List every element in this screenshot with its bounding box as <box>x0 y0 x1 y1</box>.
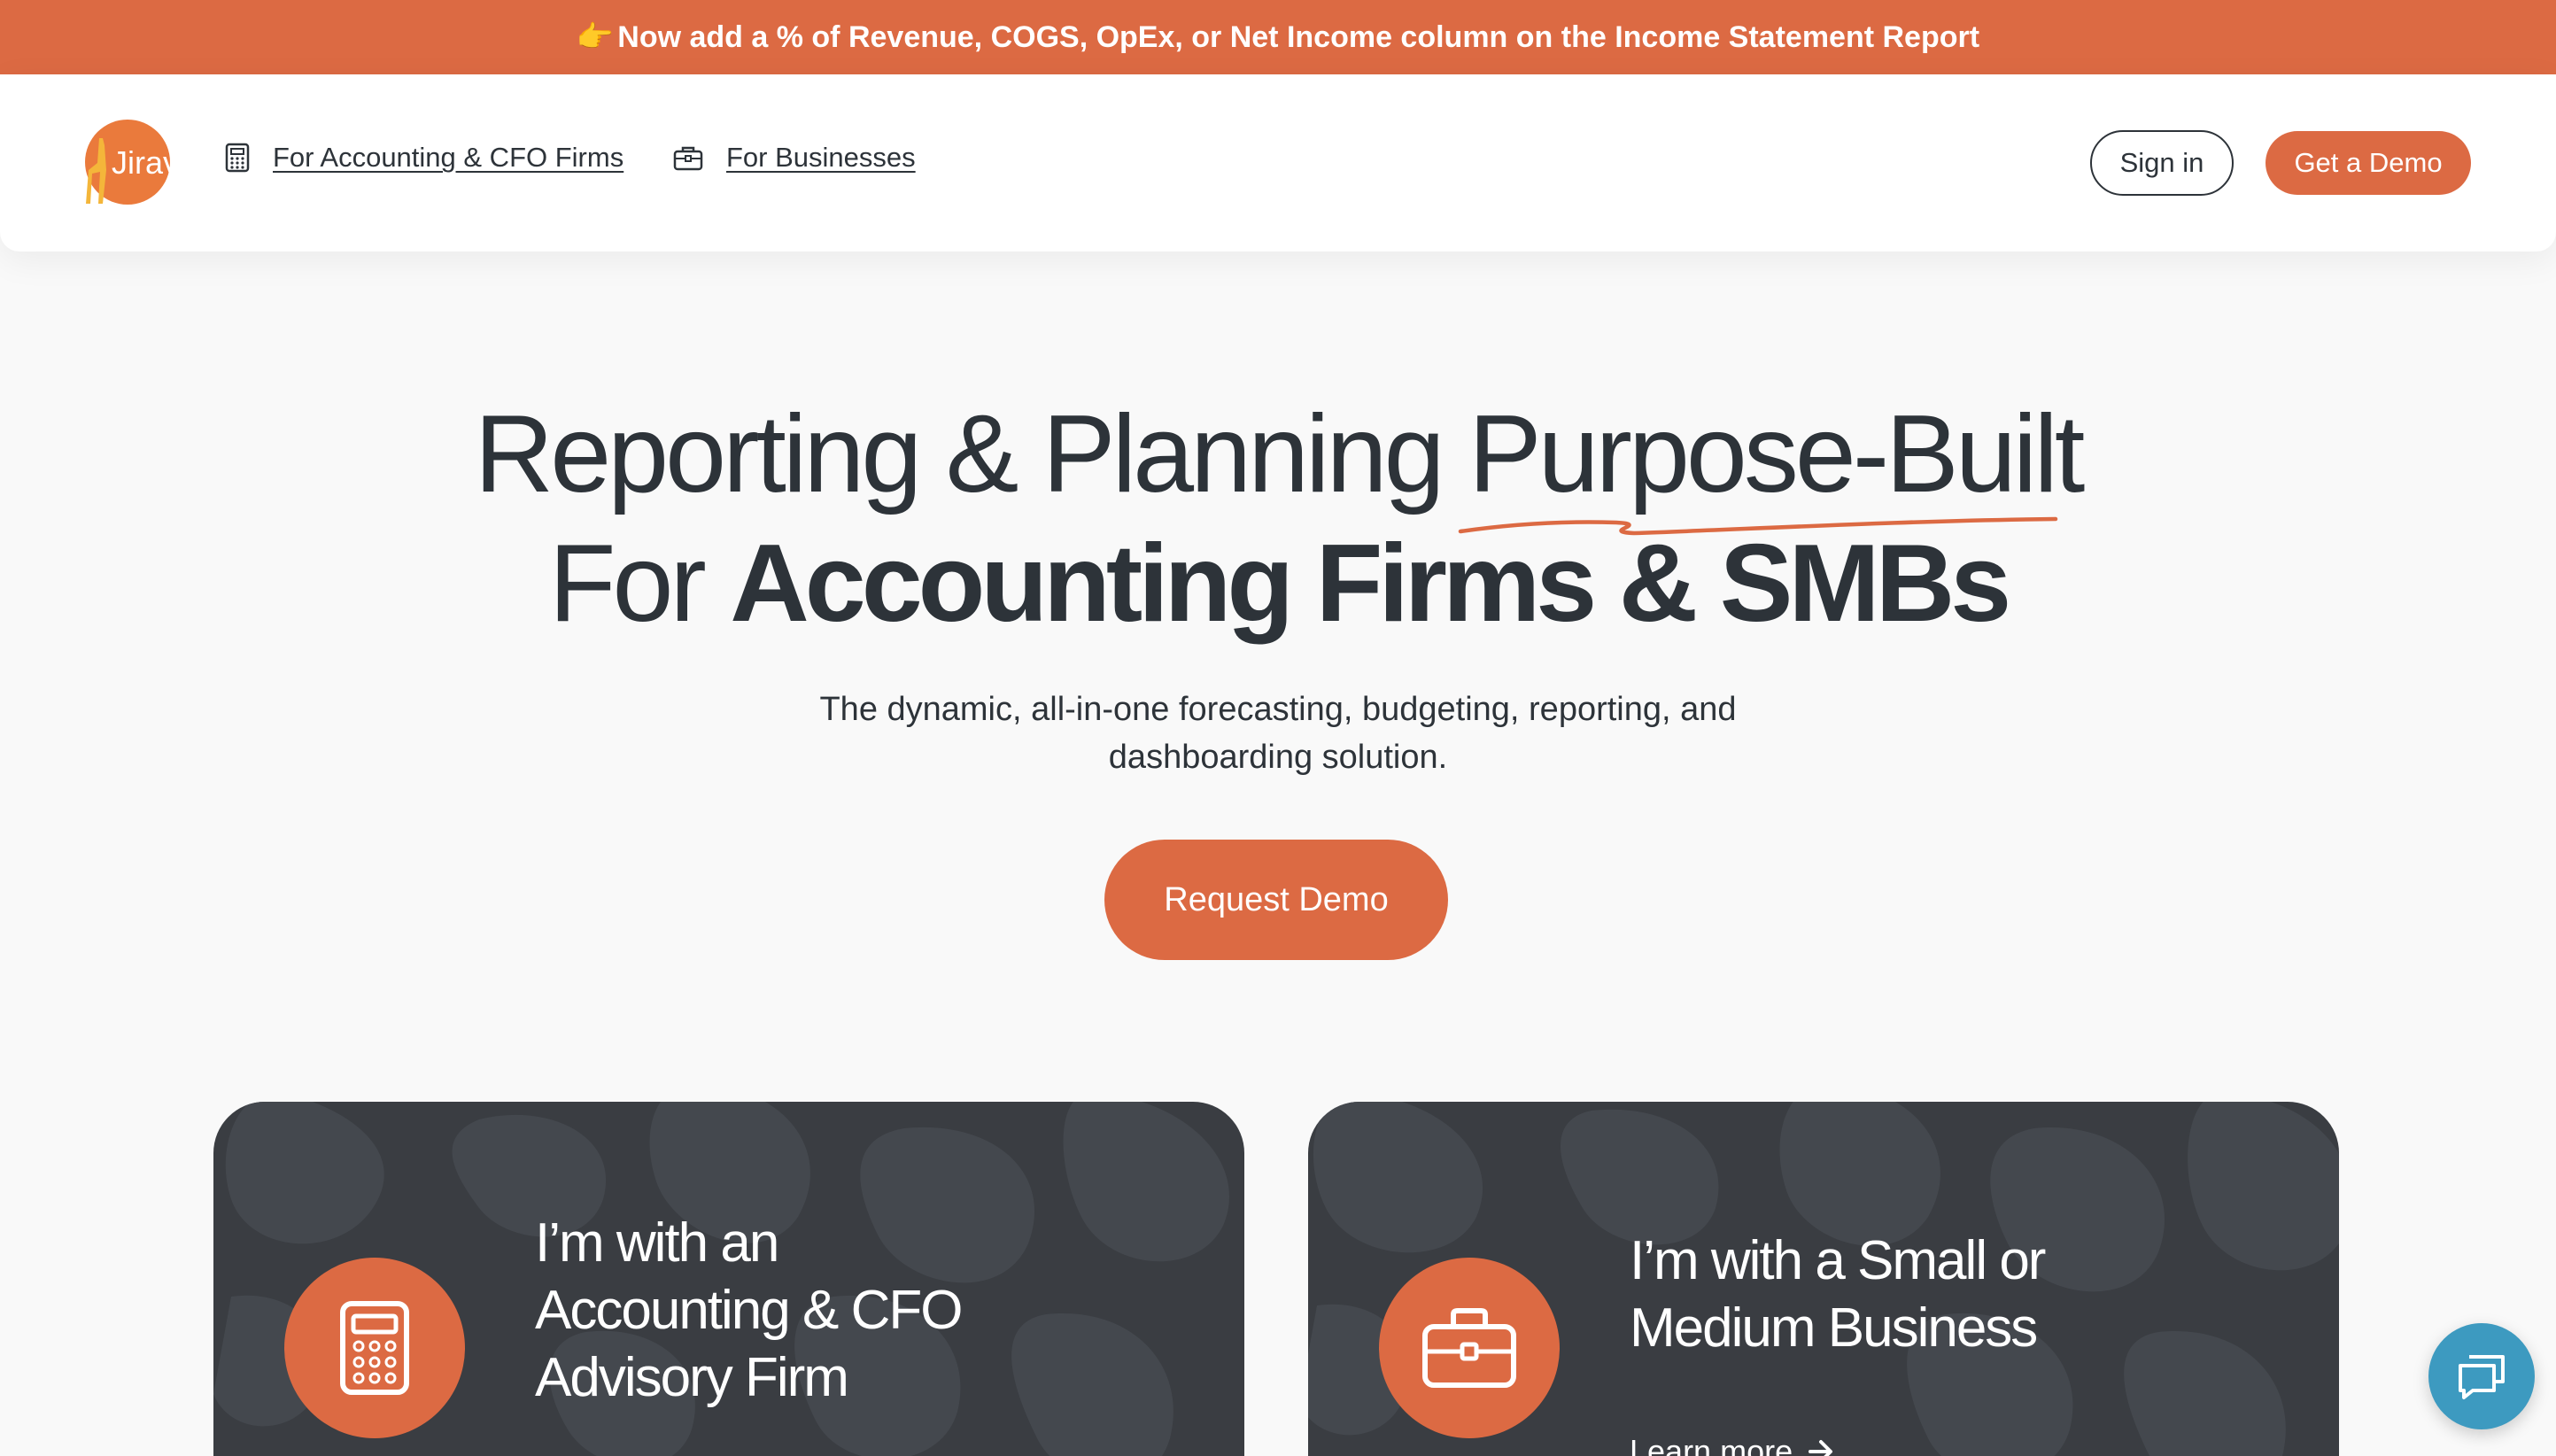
chat-icon <box>2459 1355 2505 1399</box>
request-demo-button[interactable]: Request Demo <box>1104 840 1448 960</box>
sign-in-button[interactable]: Sign in <box>2090 130 2234 196</box>
nav-link-businesses[interactable]: For Businesses <box>673 142 916 174</box>
logo-wordmark: Jirav <box>112 144 172 181</box>
card-icon-circle <box>1379 1258 1560 1438</box>
underline-swoosh <box>1458 516 2058 536</box>
get-a-demo-button[interactable]: Get a Demo <box>2266 131 2471 195</box>
card-title: I’m with a Small or Medium Business <box>1630 1230 2046 1359</box>
hero-title: Reporting & Planning Purpose-Built For A… <box>0 390 2556 648</box>
learn-more-label: Learn more <box>1630 1433 1793 1456</box>
calculator-icon <box>340 1301 409 1395</box>
nav-link-label: For Accounting & CFO Firms <box>273 142 624 173</box>
chat-widget-button[interactable] <box>2428 1323 2535 1429</box>
jirav-logo[interactable]: Jirav <box>76 119 179 207</box>
hero-title-line1: Reporting & Planning Purpose-Built <box>474 393 2086 515</box>
hero-section: Reporting & Planning Purpose-Built For A… <box>0 390 2556 648</box>
hero-title-line2: For Accounting Firms & SMBs <box>0 519 2556 648</box>
announcement-bar[interactable]: 👉 Now add a % of Revenue, COGS, OpEx, or… <box>0 0 2556 74</box>
hero-subtitle: The dynamic, all-in-one forecasting, bud… <box>819 691 1737 776</box>
briefcase-icon <box>1422 1308 1516 1388</box>
nav-link-accounting-firms[interactable]: For Accounting & CFO Firms <box>225 142 624 174</box>
nav-link-label: For Businesses <box>726 142 916 173</box>
learn-more-link[interactable]: Learn more <box>1630 1433 1833 1456</box>
hero-title-bold: Accounting Firms & SMBs <box>730 523 2011 645</box>
top-navbar: Jirav For Accounting & CFO Firms For Bus… <box>0 74 2556 252</box>
briefcase-icon <box>673 146 703 171</box>
announcement-text: Now add a % of Revenue, COGS, OpEx, or N… <box>617 19 1980 54</box>
card-title: I’m with an Accounting & CFO Advisory Fi… <box>535 1212 963 1408</box>
calculator-icon <box>225 143 250 173</box>
hero-title-prefix: For <box>548 523 731 645</box>
arrow-right-icon <box>1809 1440 1833 1456</box>
accounting-firm-card[interactable]: I’m with an Accounting & CFO Advisory Fi… <box>213 1102 1244 1456</box>
small-medium-business-card[interactable]: I’m with a Small or Medium Business Lear… <box>1308 1102 2339 1456</box>
card-icon-circle <box>284 1258 465 1438</box>
pointing-hand-icon: 👉 <box>576 20 615 54</box>
